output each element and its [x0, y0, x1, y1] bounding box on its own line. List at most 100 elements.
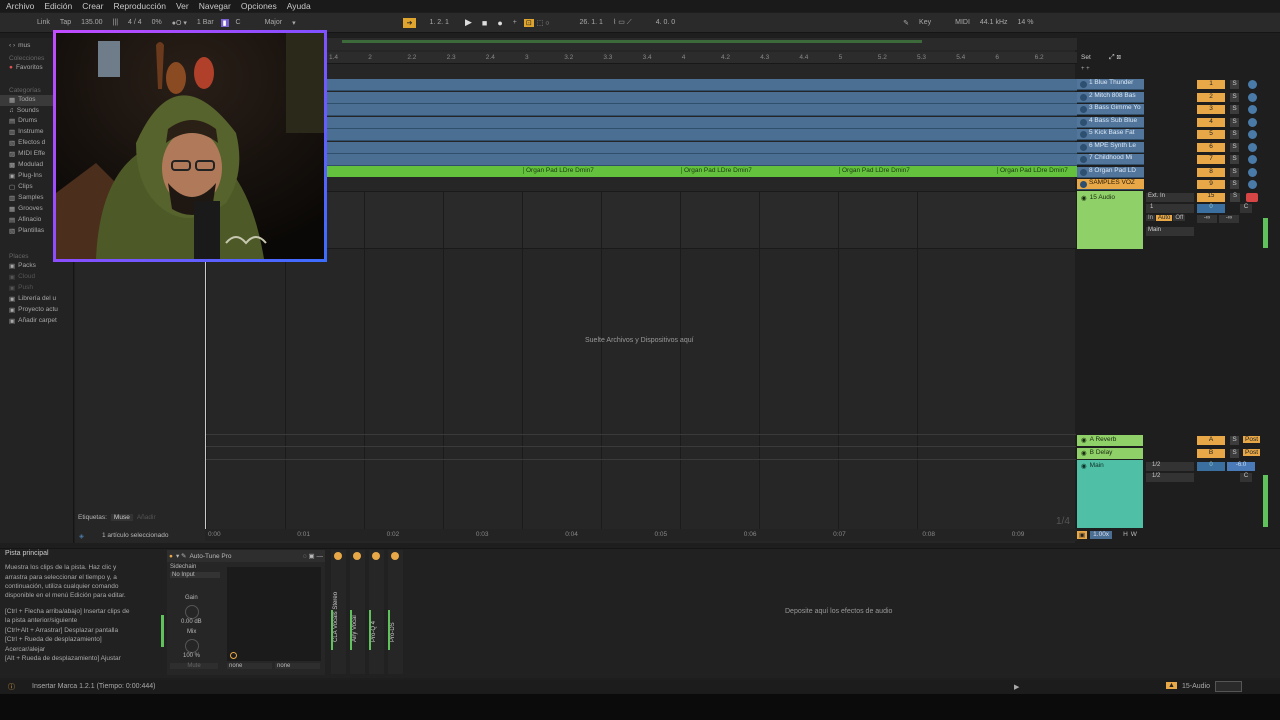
- none-select-1[interactable]: none: [227, 663, 272, 669]
- solo-button[interactable]: S: [1230, 105, 1239, 114]
- track-number[interactable]: 1: [1197, 80, 1225, 89]
- track-lane[interactable]: [327, 104, 1077, 116]
- menu-item[interactable]: Opciones: [241, 1, 277, 11]
- zoom-icon[interactable]: ▣: [1077, 531, 1088, 539]
- track-lane[interactable]: [327, 79, 1077, 91]
- send-mode[interactable]: Post: [1243, 436, 1261, 443]
- track-header[interactable]: 4 Bass Sub Blue: [1077, 116, 1144, 128]
- tap-button[interactable]: Tap: [57, 18, 74, 27]
- arm-icon[interactable]: [1248, 167, 1257, 177]
- menu-item[interactable]: Crear: [82, 1, 103, 11]
- track-header[interactable]: 6 MPE Synth Le: [1077, 141, 1144, 153]
- key-select[interactable]: C: [233, 18, 244, 27]
- link-button[interactable]: Link: [34, 18, 53, 27]
- main-pan[interactable]: C: [1240, 473, 1252, 482]
- place-item[interactable]: ▣ Cloud: [0, 272, 73, 283]
- solo-button[interactable]: S: [1230, 167, 1239, 177]
- send-b[interactable]: -∞: [1219, 215, 1239, 223]
- place-item[interactable]: ▣ Push: [0, 283, 73, 294]
- h-button[interactable]: H: [1123, 531, 1128, 539]
- organ-clip[interactable]: Organ Pad LDre Dmin7: [523, 167, 594, 174]
- menu-item[interactable]: Ayuda: [287, 1, 311, 11]
- return-letter[interactable]: B: [1197, 448, 1225, 458]
- track-number[interactable]: 3: [1197, 105, 1225, 114]
- solo-button[interactable]: S: [1230, 436, 1239, 445]
- track-number[interactable]: 2: [1197, 92, 1225, 102]
- input-type-select[interactable]: Ext. In: [1146, 193, 1194, 202]
- arm-icon[interactable]: [1248, 80, 1257, 89]
- solo-button[interactable]: S: [1230, 155, 1239, 164]
- key-map-button[interactable]: Key: [916, 18, 934, 27]
- track-fold-icon[interactable]: [1080, 181, 1087, 188]
- set-button[interactable]: Set: [1081, 54, 1091, 61]
- plus-icons[interactable]: + +: [1081, 66, 1090, 72]
- track-number[interactable]: 9: [1197, 180, 1225, 189]
- tag-chip[interactable]: Muse: [110, 514, 133, 521]
- arm-icon[interactable]: [1248, 117, 1257, 127]
- menu-item[interactable]: Ver: [176, 1, 189, 11]
- play-icon[interactable]: ▶: [462, 16, 475, 29]
- expand-icon[interactable]: ⤢ ⊠: [1109, 54, 1121, 62]
- plugin-slot[interactable]: CLA Vocals Stereo: [331, 550, 346, 674]
- send-a[interactable]: -∞: [1197, 215, 1217, 223]
- monitor-off[interactable]: Off: [1173, 215, 1186, 221]
- return-header[interactable]: ◉ A Reverb: [1077, 435, 1143, 446]
- loop-start-field[interactable]: 26. 1. 1: [577, 18, 606, 27]
- warning-icon[interactable]: ▲: [1166, 682, 1177, 689]
- track-fold-icon[interactable]: [1080, 168, 1087, 176]
- plugin-power-icon[interactable]: [334, 552, 342, 560]
- midi-map-button[interactable]: MIDI: [952, 18, 973, 27]
- mute-button[interactable]: Mute: [170, 663, 218, 669]
- mix-knob[interactable]: [185, 639, 199, 653]
- track-header[interactable]: 7 Childhood Mi: [1077, 154, 1144, 165]
- beat-ruler[interactable]: 1.4 2 2.2 2.3 2.4 3 3.2 3.3 3.4 4 4.2 4.3 4.4 5 5.2 5.3…: [327, 52, 1077, 64]
- solo-button[interactable]: S: [1230, 92, 1239, 102]
- track-header[interactable]: 3 Bass Gimme Yo: [1077, 104, 1144, 115]
- monitor-in[interactable]: In: [1146, 215, 1156, 221]
- track-fold-icon[interactable]: [1080, 143, 1087, 151]
- arm-icon[interactable]: [1248, 180, 1257, 189]
- track-header[interactable]: 1 Blue Thunder: [1077, 79, 1144, 90]
- track-lane[interactable]: [327, 129, 1077, 141]
- gain-knob[interactable]: [185, 605, 199, 619]
- track-fold-icon[interactable]: [1080, 93, 1087, 101]
- follow-button[interactable]: ➔: [402, 17, 417, 28]
- dropdown-icon[interactable]: ▾: [289, 18, 299, 28]
- arm-icon[interactable]: [1248, 105, 1257, 114]
- tempo-field[interactable]: 135.00: [78, 18, 105, 27]
- none-select-2[interactable]: none: [275, 663, 320, 669]
- track-number[interactable]: 4: [1197, 117, 1225, 127]
- audio-volume[interactable]: 0: [1197, 204, 1225, 213]
- return-header[interactable]: ◉ B Delay: [1077, 447, 1143, 459]
- audio-track-header[interactable]: ◉ 15 Audio: [1077, 191, 1143, 249]
- solo-button[interactable]: S: [1230, 180, 1239, 189]
- arm-icon[interactable]: [1248, 155, 1257, 164]
- play-icon[interactable]: ▶: [1014, 683, 1019, 691]
- track-fold-icon[interactable]: [1080, 106, 1087, 113]
- fold-icon[interactable]: ◉: [1081, 449, 1087, 458]
- plugin-power-icon[interactable]: [372, 552, 380, 560]
- automation-arm-icon[interactable]: ⊡: [523, 18, 534, 27]
- zoom-value[interactable]: 1.00x: [1090, 531, 1113, 539]
- return-letter[interactable]: A: [1197, 436, 1225, 445]
- plugin-ring-icon[interactable]: [230, 652, 237, 659]
- audio-solo[interactable]: S: [1230, 193, 1240, 202]
- arm-icon[interactable]: [1248, 130, 1257, 139]
- plugin-slot[interactable]: Airy Vocal: [350, 550, 365, 674]
- input-channel-select[interactable]: 1: [1146, 204, 1194, 213]
- fold-icon[interactable]: ◉: [1081, 194, 1087, 202]
- audio-track-number[interactable]: 15: [1197, 193, 1225, 202]
- monitor-auto[interactable]: Auto: [1156, 215, 1173, 221]
- place-item[interactable]: ▣ Librería del u: [0, 294, 73, 305]
- menu-item[interactable]: Reproducción: [114, 1, 166, 11]
- no-input-select[interactable]: No Input: [170, 572, 220, 578]
- menu-item[interactable]: Edición: [44, 1, 72, 11]
- track-header[interactable]: 5 Kick Base Fat: [1077, 129, 1144, 140]
- organ-clip[interactable]: Organ Pad LDre Dmin7: [997, 167, 1068, 174]
- track-lane[interactable]: [327, 141, 1077, 154]
- track-lane[interactable]: [327, 91, 1077, 104]
- time-signature[interactable]: 4 / 4: [125, 18, 145, 27]
- time-ruler[interactable]: 0:00 0:01 0:02 0:03 0:04 0:05 0:06 0:07 0:08 0:09: [205, 529, 1077, 541]
- track-fold-icon[interactable]: [1080, 81, 1087, 88]
- device-power-icon[interactable]: ●: [169, 553, 173, 560]
